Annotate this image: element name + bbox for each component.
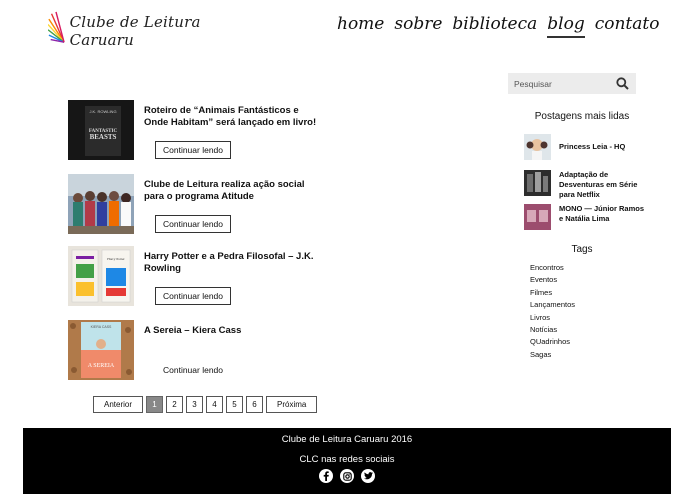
previous-page-button[interactable]: Anterior [93, 396, 144, 413]
post-item: Harry Potter Harry Potter e a Pedra Filo… [68, 246, 328, 308]
social-links [23, 469, 671, 483]
post-thumbnail[interactable]: J.K. ROWLING FANTASTIC BEASTS [68, 100, 134, 160]
page-button-6[interactable]: 6 [246, 396, 264, 413]
post-item: J.K. ROWLING FANTASTIC BEASTS Roteiro de… [68, 100, 328, 162]
footer-copyright: Clube de Leitura Caruaru 2016 [281, 434, 413, 445]
tag-link[interactable]: Sagas [530, 349, 575, 361]
post-thumbnail[interactable]: Harry Potter [68, 246, 134, 306]
search-box [508, 73, 636, 94]
search-button[interactable] [612, 73, 632, 94]
site-logo[interactable]: Clube de Leitura Caruaru [48, 6, 248, 50]
site-footer: Clube de Leitura Caruaru 2016 CLC nas re… [23, 428, 671, 494]
popular-post-title: Adaptação de Desventuras em Série para N… [559, 170, 638, 199]
popular-post-thumbnail [524, 204, 551, 230]
tag-list: Encontros Eventos Filmes Lançamentos Liv… [530, 262, 575, 361]
search-input[interactable] [508, 78, 612, 89]
post-item: Clube de Leitura realiza ação social par… [68, 174, 328, 236]
tag-link[interactable]: Livros [530, 312, 575, 324]
nav-sobre[interactable]: sobre [394, 14, 442, 38]
footer-social-heading: CLC nas redes sociais [299, 454, 395, 465]
popular-post-thumbnail [524, 170, 551, 196]
nav-biblioteca[interactable]: biblioteca [452, 14, 537, 38]
svg-text:Harry Potter: Harry Potter [107, 257, 125, 261]
twitter-icon[interactable] [361, 469, 375, 483]
post-item: KIERA CASS A SEREIA A Sereia – Kiera Cas… [68, 320, 328, 382]
svg-text:J.K. ROWLING: J.K. ROWLING [89, 109, 116, 114]
popular-post-item[interactable]: Adaptação de Desventuras em Série para N… [524, 170, 644, 199]
post-title[interactable]: Clube de Leitura realiza ação social par… [144, 179, 324, 203]
search-icon [615, 77, 629, 90]
post-title[interactable]: A Sereia – Kiera Cass [144, 325, 324, 337]
post-thumbnail[interactable]: KIERA CASS A SEREIA [68, 320, 134, 380]
continue-reading-button[interactable]: Continuar lendo [155, 361, 231, 379]
page-button-1[interactable]: 1 [146, 396, 164, 413]
tag-link[interactable]: Lançamentos [530, 299, 575, 311]
facebook-icon[interactable] [319, 469, 333, 483]
popular-post-thumbnail [524, 134, 551, 160]
next-page-button[interactable]: Próxima [266, 396, 318, 413]
tag-link[interactable]: QUadrinhos [530, 336, 575, 348]
post-title[interactable]: Harry Potter e a Pedra Filosofal – J.K. … [144, 251, 324, 275]
post-title[interactable]: Roteiro de “Animais Fantásticos e Onde H… [144, 105, 324, 129]
nav-home[interactable]: home [337, 14, 384, 38]
page-button-5[interactable]: 5 [226, 396, 244, 413]
continue-reading-button[interactable]: Continuar lendo [155, 287, 231, 305]
svg-text:KIERA CASS: KIERA CASS [91, 325, 112, 329]
continue-reading-button[interactable]: Continuar lendo [155, 141, 231, 159]
instagram-icon[interactable] [340, 469, 354, 483]
svg-text:BEASTS: BEASTS [90, 133, 117, 141]
popular-posts-heading: Postagens mais lidas [534, 111, 630, 122]
nav-contato[interactable]: contato [595, 14, 660, 38]
main-nav: home sobre biblioteca blog contato [337, 14, 659, 38]
page-button-2[interactable]: 2 [166, 396, 184, 413]
page-button-4[interactable]: 4 [206, 396, 224, 413]
tag-link[interactable]: Encontros [530, 262, 575, 274]
logo-text: Clube de Leitura Caruaru [69, 13, 201, 49]
tags-heading: Tags [571, 244, 593, 255]
book-fan-icon [48, 11, 65, 43]
tag-link[interactable]: Notícias [530, 324, 575, 336]
popular-post-item[interactable]: Princess Leia - HQ [524, 134, 644, 160]
tag-link[interactable]: Eventos [530, 274, 575, 286]
popular-post-title: Princess Leia - HQ [559, 142, 626, 151]
tag-link[interactable]: Filmes [530, 287, 575, 299]
nav-blog[interactable]: blog [547, 14, 585, 38]
continue-reading-button[interactable]: Continuar lendo [155, 215, 231, 233]
page-button-3[interactable]: 3 [186, 396, 204, 413]
popular-post-item[interactable]: MONO — Júnior Ramos e Natália Lima [524, 204, 644, 230]
svg-text:A SEREIA: A SEREIA [88, 363, 115, 369]
post-thumbnail[interactable] [68, 174, 134, 234]
popular-post-title: MONO — Júnior Ramos e Natália Lima [559, 204, 645, 223]
pagination: Anterior 1 2 3 4 5 6 Próxima [93, 396, 318, 413]
